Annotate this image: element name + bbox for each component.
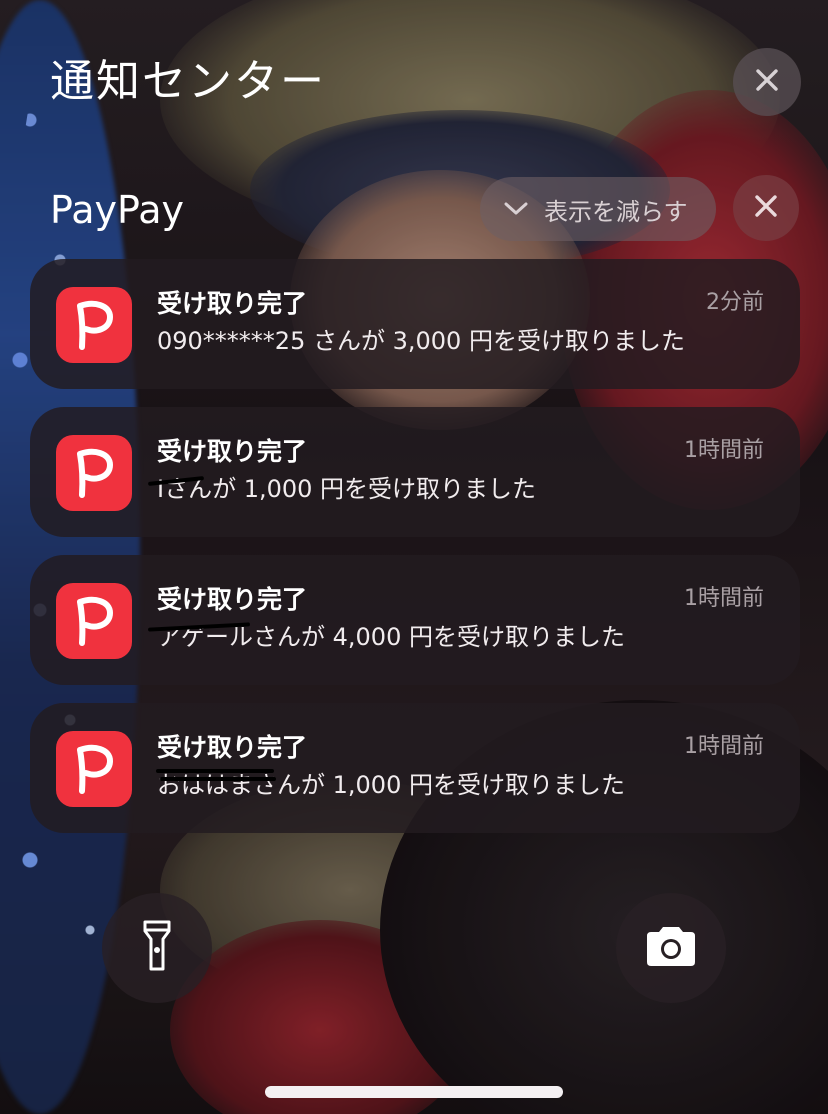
redaction-scribble (156, 769, 274, 773)
notification-card[interactable]: 受け取り完了 2分前 090******25 さんが 3,000 円を受け取りま… (30, 259, 800, 389)
redaction-scribble (160, 777, 276, 781)
notification-center-title: 通知センター (50, 56, 326, 107)
clear-group-button[interactable] (733, 175, 799, 241)
notification-card[interactable]: 受け取り完了 1時間前 Iさんが 1,000 円を受け取りました (30, 407, 800, 537)
home-indicator[interactable] (265, 1086, 563, 1098)
flashlight-icon (142, 919, 172, 977)
flashlight-button[interactable] (102, 893, 212, 1003)
notification-title: 受け取り完了 (157, 585, 308, 614)
paypay-icon (56, 435, 132, 511)
close-icon (753, 193, 779, 223)
notification-title: 受け取り完了 (157, 733, 308, 762)
clear-all-button[interactable] (733, 48, 801, 116)
show-less-button[interactable]: 表示を減らす (480, 177, 716, 241)
show-less-label: 表示を減らす (544, 197, 688, 226)
notification-time: 1時間前 (684, 586, 764, 611)
notification-title: 受け取り完了 (157, 289, 308, 318)
notification-time: 1時間前 (684, 734, 764, 759)
notification-card[interactable]: 受け取り完了 1時間前 アゲールさんが 4,000 円を受け取りました (30, 555, 800, 685)
paypay-icon (56, 731, 132, 807)
paypay-icon (56, 287, 132, 363)
camera-button[interactable] (616, 893, 726, 1003)
chevron-down-icon (502, 195, 530, 223)
notification-card[interactable]: 受け取り完了 1時間前 おははまさんが 1,000 円を受け取りました (30, 703, 800, 833)
notification-body: 090******25 さんが 3,000 円を受け取りました (157, 327, 685, 355)
close-icon (754, 67, 780, 97)
notification-time: 1時間前 (684, 438, 764, 463)
notification-group-title: PayPay (50, 188, 184, 232)
camera-icon (643, 924, 699, 972)
notification-time: 2分前 (706, 290, 764, 315)
notification-body: Iさんが 1,000 円を受け取りました (157, 475, 537, 503)
notification-title: 受け取り完了 (157, 437, 308, 466)
paypay-icon (56, 583, 132, 659)
